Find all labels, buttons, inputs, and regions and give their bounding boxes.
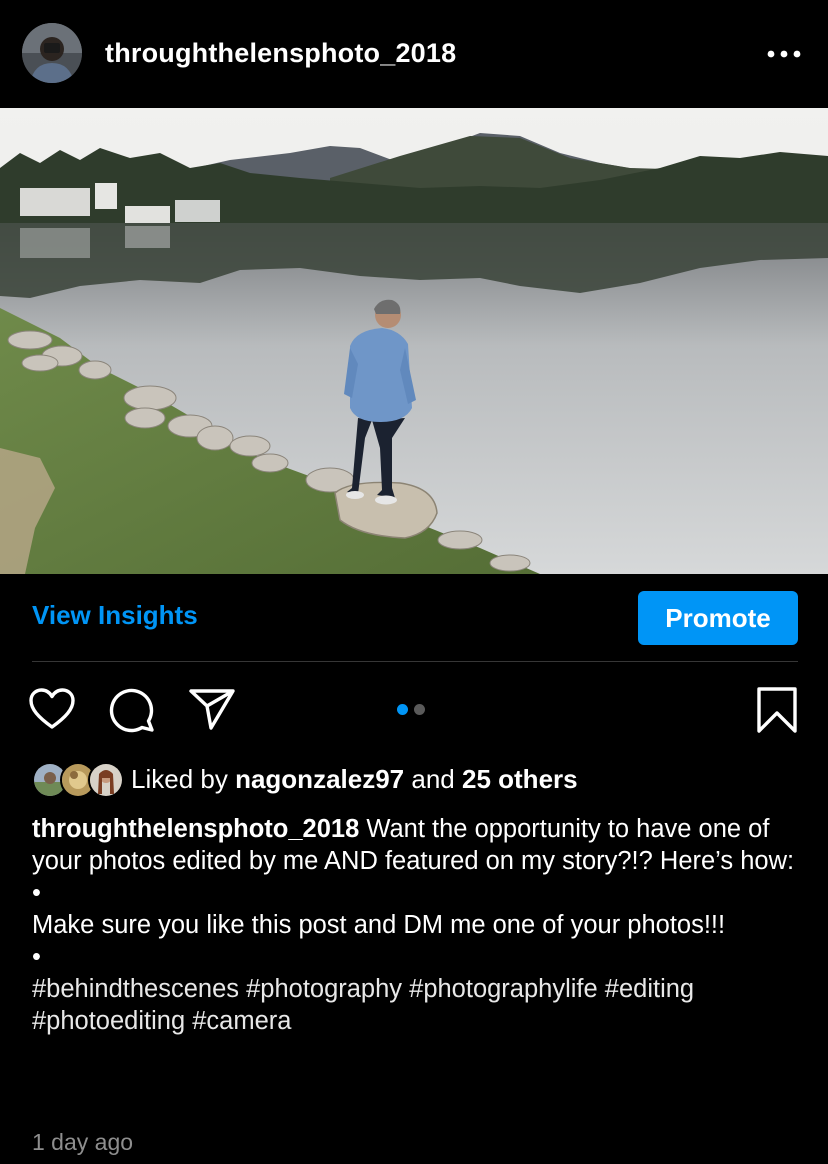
- caption-username[interactable]: throughthelensphoto_2018: [32, 815, 359, 843]
- liker-username[interactable]: nagonzalez97: [235, 764, 404, 794]
- view-insights-link[interactable]: View Insights: [32, 600, 198, 631]
- likes-summary[interactable]: Liked by nagonzalez97 and 25 others: [32, 760, 578, 798]
- likes-others[interactable]: 25 others: [462, 764, 578, 794]
- likes-text: Liked by nagonzalez97 and 25 others: [131, 764, 578, 795]
- carousel-dot-active: [397, 704, 408, 715]
- caption-hashtags[interactable]: #behindthescenes #photography #photograp…: [32, 973, 802, 1037]
- carousel-dot: [414, 704, 425, 715]
- likes-connector: and: [411, 763, 455, 794]
- comment-button[interactable]: [108, 687, 156, 738]
- like-button[interactable]: [28, 687, 76, 736]
- lake-landscape-image: [0, 108, 828, 574]
- share-button[interactable]: [188, 686, 236, 737]
- liker-avatars: [32, 761, 124, 798]
- post-username[interactable]: throughthelensphoto_2018: [105, 38, 456, 69]
- caption-bullet: •: [32, 879, 41, 907]
- post-photo[interactable]: [0, 108, 828, 574]
- more-options-button[interactable]: [762, 37, 806, 71]
- comment-bubble-icon: [109, 688, 154, 733]
- ellipsis-icon: [767, 50, 801, 58]
- paper-plane-icon: [189, 689, 235, 730]
- post-caption: throughthelensphoto_2018 Want the opport…: [32, 813, 802, 1037]
- likes-prefix: Liked by: [131, 763, 228, 794]
- post-timestamp: 1 day ago: [32, 1129, 134, 1155]
- divider: [32, 661, 798, 662]
- promote-button[interactable]: Promote: [638, 591, 798, 645]
- save-button[interactable]: [756, 686, 798, 739]
- liker-avatar: [88, 762, 124, 798]
- post-header: throughthelensphoto_2018: [0, 0, 828, 108]
- bookmark-icon: [757, 687, 797, 733]
- avatar-image: [22, 23, 82, 83]
- caption-bullet: •: [32, 943, 41, 971]
- profile-avatar[interactable]: [22, 23, 82, 83]
- heart-icon: [29, 688, 75, 729]
- caption-line: Make sure you like this post and DM me o…: [32, 911, 726, 939]
- carousel-indicator: [397, 704, 425, 715]
